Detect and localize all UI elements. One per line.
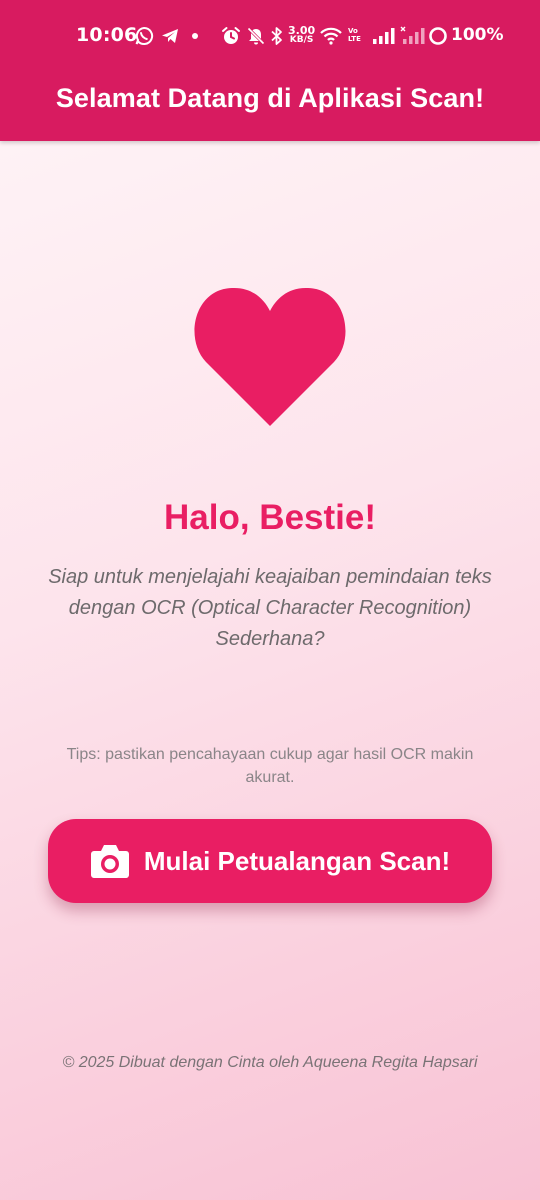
- tips-text: Tips: pastikan pencahayaan cukup agar ha…: [66, 746, 474, 786]
- page-title: Selamat Datang di Aplikasi Scan!: [55, 83, 485, 113]
- app-bar: 10:06 3.00 KB/S Vo LTE 100% Selamat Data…: [0, 0, 540, 141]
- network-speed: 3.00 KB/S: [288, 25, 315, 45]
- bluetooth-icon: [271, 27, 282, 45]
- battery-level: 100%: [451, 25, 504, 45]
- status-time: 10:06: [76, 24, 138, 46]
- signal-icon: [400, 26, 425, 44]
- greeting-heading: Halo, Bestie!: [164, 498, 376, 537]
- status-bar: 10:06 3.00 KB/S Vo LTE 100%: [0, 0, 540, 72]
- heart-icon: [194, 287, 346, 427]
- intro-subtitle: Siap untuk menjelajahi keajaiban peminda…: [48, 566, 492, 650]
- network-speed-unit: KB/S: [289, 35, 314, 45]
- start-scan-label: Mulai Petualangan Scan!: [143, 845, 451, 876]
- footer-credit: © 2025 Dibuat dengan Cinta oleh Aqueena …: [62, 1054, 478, 1071]
- volte-bottom: LTE: [348, 35, 361, 43]
- wifi-icon: [320, 27, 342, 45]
- signal-icon: [373, 28, 395, 44]
- battery-saver-icon: [429, 27, 447, 45]
- alarm-icon: [222, 27, 240, 44]
- volte-indicator: Vo LTE: [348, 27, 361, 43]
- whatsapp-icon: [135, 26, 154, 45]
- dot-icon: [192, 33, 198, 39]
- mute-icon: [247, 27, 265, 45]
- telegram-icon: [162, 29, 178, 43]
- volte-top: Vo: [348, 27, 358, 35]
- start-scan-button[interactable]: Mulai Petualangan Scan!: [48, 819, 492, 903]
- camera-icon: [90, 845, 129, 878]
